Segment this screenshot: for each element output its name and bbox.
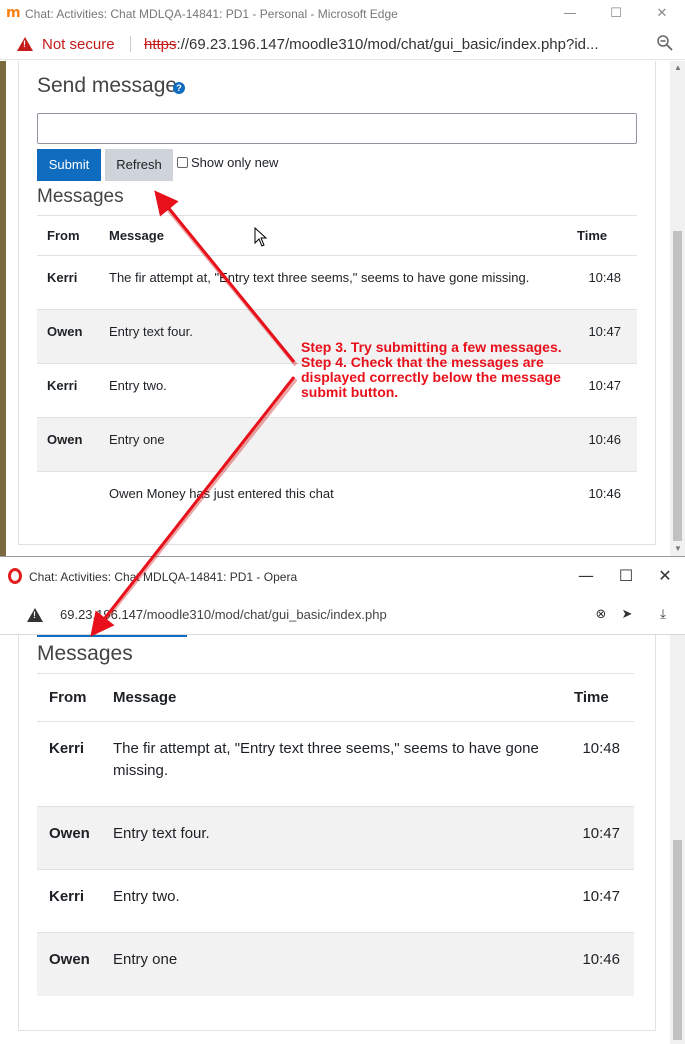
message-from xyxy=(37,472,109,526)
message-time: 10:47 xyxy=(577,363,637,418)
edge-url[interactable]: https://69.23.196.147/moodle310/mod/chat… xyxy=(144,36,599,53)
submit-button[interactable]: Submit xyxy=(37,149,101,181)
help-icon[interactable]: ? xyxy=(173,82,185,94)
scrollbar-thumb[interactable] xyxy=(673,231,682,541)
message-time: 10:47 xyxy=(574,806,634,870)
opera-scrollbar[interactable] xyxy=(670,635,685,1044)
message-text: Entry one xyxy=(109,417,577,472)
table-row: Owen Entry text four. 10:47 xyxy=(37,806,634,870)
moodle-icon: m xyxy=(6,5,21,21)
message-time: 10:48 xyxy=(577,255,637,310)
column-header-time: Time xyxy=(577,215,637,256)
message-time: 10:46 xyxy=(574,932,634,996)
warning-icon xyxy=(27,608,43,622)
scroll-down-icon[interactable]: ▼ xyxy=(674,544,682,553)
url-host: 69.23.196.147 xyxy=(60,607,144,622)
message-time: 10:48 xyxy=(574,721,634,807)
show-only-new-checkbox[interactable] xyxy=(177,157,188,168)
maximize-icon[interactable]: ☐ xyxy=(593,0,639,28)
opera-page: Messages From Message Time Kerri The fir… xyxy=(0,635,685,1044)
column-header-from: From xyxy=(37,215,109,256)
edge-window-title: Chat: Activities: Chat MDLQA-14841: PD1 … xyxy=(25,7,398,21)
message-text: Owen Money has just entered this chat xyxy=(109,486,334,501)
message-text: Entry text four. xyxy=(109,309,577,364)
message-from: Kerri xyxy=(37,363,109,418)
edge-titlebar: m Chat: Activities: Chat MDLQA-14841: PD… xyxy=(0,0,685,28)
message-text: Entry text four. xyxy=(113,806,574,870)
edge-scrollbar[interactable]: ▲ ▼ xyxy=(670,61,685,556)
url-rest: ://69.23.196.147/moodle310/mod/chat/gui_… xyxy=(176,36,599,53)
message-time: 10:47 xyxy=(577,309,637,364)
table-header-row: From Message Time xyxy=(37,215,637,256)
desktop-background-strip xyxy=(0,61,6,556)
message-text: Entry one xyxy=(113,932,574,996)
focused-input-edge xyxy=(37,635,187,637)
message-input[interactable] xyxy=(37,113,637,144)
block-icon[interactable]: ⊗ xyxy=(593,607,609,623)
column-header-time: Time xyxy=(574,673,634,722)
table-row: Owen Entry text four. 10:47 xyxy=(37,309,637,364)
edge-window: m Chat: Activities: Chat MDLQA-14841: PD… xyxy=(0,0,685,556)
table-row: Owen Money has just entered this chat 10… xyxy=(37,472,637,526)
minimize-icon[interactable]: — xyxy=(547,0,593,28)
url-path: /moodle310/mod/chat/gui_basic/index.php xyxy=(143,607,387,622)
opera-window-title: Chat: Activities: Chat MDLQA-14841: PD1 … xyxy=(29,570,298,584)
download-icon[interactable]: ⤓ xyxy=(655,607,671,623)
message-time: 10:46 xyxy=(577,417,637,472)
message-from: Kerri xyxy=(37,869,113,933)
url-scheme: https xyxy=(144,36,177,53)
close-icon[interactable]: ✕ xyxy=(642,562,685,590)
close-icon[interactable]: ✕ xyxy=(639,0,685,28)
message-text: Entry two. xyxy=(113,869,574,933)
message-text: The fir attempt at, "Entry text three se… xyxy=(113,721,574,807)
message-text: The fir attempt at, "Entry text three se… xyxy=(109,255,577,310)
opera-window: Chat: Activities: Chat MDLQA-14841: PD1 … xyxy=(0,556,685,1044)
show-only-new-label[interactable]: Show only new xyxy=(191,155,278,170)
table-row: Owen Entry one 10:46 xyxy=(37,932,634,996)
table-row: Kerri Entry two. 10:47 xyxy=(37,363,637,418)
table-row: Kerri The fir attempt at, "Entry text th… xyxy=(37,255,637,310)
scroll-up-icon[interactable]: ▲ xyxy=(674,63,682,72)
message-from: Owen xyxy=(37,309,109,364)
messages-heading: Messages xyxy=(37,642,133,665)
message-time: 10:46 xyxy=(588,486,621,501)
send-icon[interactable]: ➤ xyxy=(619,607,635,623)
edge-address-bar[interactable]: Not secure https://69.23.196.147/moodle3… xyxy=(0,28,685,60)
refresh-button[interactable]: Refresh xyxy=(105,149,173,181)
messages-table: From Message Time Kerri The fir attempt … xyxy=(37,215,637,526)
table-row: Owen Entry one 10:46 xyxy=(37,417,637,472)
opera-url[interactable]: 69.23.196.147/moodle310/mod/chat/gui_bas… xyxy=(60,607,387,622)
column-header-message: Message xyxy=(109,215,577,256)
opera-titlebar: Chat: Activities: Chat MDLQA-14841: PD1 … xyxy=(0,557,685,595)
messages-heading: Messages xyxy=(37,186,124,207)
message-from: Owen xyxy=(37,417,109,472)
opera-address-bar[interactable]: 69.23.196.147/moodle310/mod/chat/gui_bas… xyxy=(0,595,685,635)
messages-table: From Message Time Kerri The fir attempt … xyxy=(37,673,634,996)
table-header-row: From Message Time xyxy=(37,673,634,722)
table-row: Kerri Entry two. 10:47 xyxy=(37,869,634,933)
message-time: 10:47 xyxy=(574,869,634,933)
table-row: Kerri The fir attempt at, "Entry text th… xyxy=(37,721,634,807)
message-from: Owen xyxy=(37,932,113,996)
not-secure-label[interactable]: Not secure xyxy=(42,36,115,53)
send-message-heading: Send message xyxy=(37,74,178,97)
opera-logo-icon xyxy=(8,568,22,584)
message-from: Kerri xyxy=(37,255,109,310)
message-text: Entry two. xyxy=(109,363,577,418)
column-header-from: From xyxy=(37,673,113,722)
message-from: Owen xyxy=(37,806,113,870)
address-divider xyxy=(130,36,131,52)
zoom-out-icon[interactable] xyxy=(656,34,674,52)
column-header-message: Message xyxy=(113,673,574,722)
message-from: Kerri xyxy=(37,721,113,807)
warning-icon xyxy=(17,37,33,51)
scrollbar-thumb[interactable] xyxy=(673,840,682,1040)
